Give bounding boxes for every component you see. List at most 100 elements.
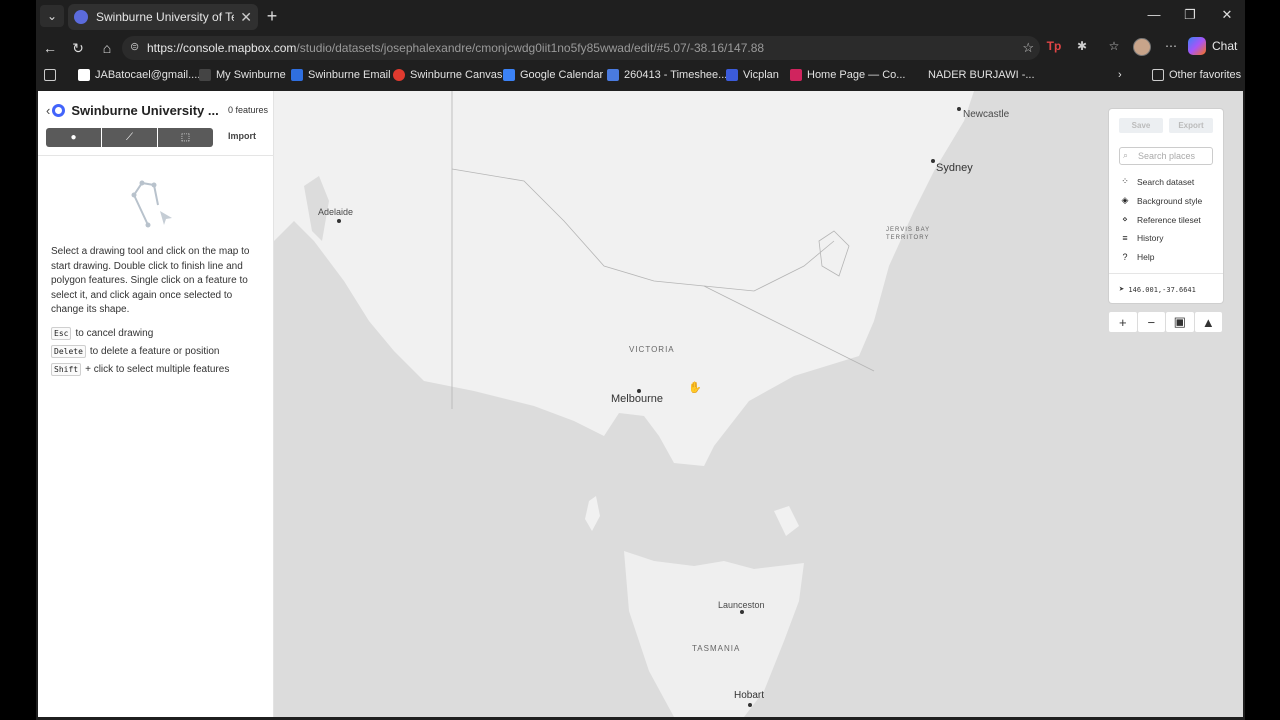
active-tab[interactable]: Swinburne University of Technology ✕ bbox=[68, 4, 258, 30]
zoom-in-button[interactable]: + bbox=[1109, 312, 1137, 332]
back-icon[interactable]: ← bbox=[40, 39, 60, 57]
extensions-icon[interactable]: ✱ bbox=[1072, 39, 1092, 53]
hand-cursor-icon: ✋ bbox=[688, 382, 702, 394]
city-hobart: Hobart bbox=[734, 690, 765, 701]
refresh-icon[interactable]: ↻ bbox=[68, 39, 88, 57]
region-territory: TERRITORY bbox=[886, 235, 930, 241]
bookmark-swinburne-canvas[interactable]: Swinburne Canvas bbox=[393, 69, 502, 81]
bookmark-my-swinburne[interactable]: My Swinburne bbox=[199, 69, 286, 81]
gmail-icon bbox=[78, 69, 90, 81]
search-dataset-icon: ⁘ bbox=[1121, 176, 1129, 186]
home-icon[interactable]: ⌂ bbox=[97, 39, 117, 57]
profile-avatar[interactable] bbox=[1133, 38, 1151, 56]
panel-item-label: Background style bbox=[1137, 195, 1203, 206]
more-options-icon[interactable]: ⋯ bbox=[1161, 39, 1181, 53]
polygon-icon: ⬚ bbox=[180, 132, 191, 143]
search-dataset-button[interactable]: ⁘ Search dataset bbox=[1119, 176, 1194, 187]
copilot-chat-button[interactable]: Chat bbox=[1188, 37, 1237, 55]
favorite-star-icon[interactable]: ☆ bbox=[1022, 40, 1034, 56]
new-tab-button[interactable]: + bbox=[262, 6, 282, 27]
url-text[interactable]: https://console.mapbox.com/studio/datase… bbox=[147, 41, 764, 55]
sidebar-toggle-icon[interactable] bbox=[44, 69, 61, 81]
shortcut-text: + click to select multiple features bbox=[85, 364, 230, 375]
draw-point-button[interactable]: ● bbox=[46, 128, 101, 147]
drawing-instructions: Select a drawing tool and click on the m… bbox=[51, 246, 250, 315]
tab-actions-menu[interactable]: ⌄ bbox=[40, 5, 64, 27]
restore-icon[interactable]: ❐ bbox=[1180, 7, 1200, 23]
draw-illustration-icon bbox=[131, 180, 172, 228]
map-base bbox=[274, 91, 1243, 717]
bookmark-label: NADER BURJAWI -... bbox=[928, 69, 1035, 81]
save-button[interactable]: Save bbox=[1119, 118, 1163, 133]
export-button[interactable]: Export bbox=[1169, 118, 1213, 133]
close-window-icon[interactable]: ✕ bbox=[1217, 7, 1237, 23]
bookmark-google-calendar[interactable]: Google Calendar bbox=[503, 69, 603, 81]
draw-polygon-button[interactable]: ⬚ bbox=[158, 128, 213, 147]
panel-item-label: Reference tileset bbox=[1137, 214, 1201, 225]
compass-icon[interactable]: ▲ bbox=[1194, 312, 1222, 332]
shortcut-text: to cancel drawing bbox=[75, 328, 154, 339]
city-launceston: Launceston bbox=[718, 600, 765, 610]
shortcut-shift: Shift + click to select multiple features bbox=[51, 363, 229, 376]
city-newcastle: Newcastle bbox=[963, 109, 1010, 120]
bookmark-home-page[interactable]: Home Page — Co... bbox=[790, 69, 905, 81]
marker-icon: ● bbox=[70, 132, 77, 143]
shortcut-text: to delete a feature or position bbox=[89, 346, 220, 357]
lock-icon[interactable]: ▣ bbox=[1166, 312, 1194, 332]
close-tab-icon[interactable]: ✕ bbox=[240, 9, 252, 26]
coords-value: 146.001,-37.6641 bbox=[1128, 286, 1196, 294]
bookmark-label: Home Page — Co... bbox=[807, 69, 906, 81]
site-info-icon[interactable]: ⊜ bbox=[130, 40, 139, 53]
divider bbox=[38, 155, 274, 156]
home-page-icon bbox=[790, 69, 802, 81]
url-host: https://console.mapbox.com bbox=[147, 41, 297, 55]
bookmark-timesheet[interactable]: 260413 - Timeshee... bbox=[607, 69, 727, 81]
feature-count: 0 features bbox=[227, 105, 268, 115]
panel-item-label: Search dataset bbox=[1137, 176, 1195, 187]
bookmark-label: Vicplan bbox=[743, 69, 779, 81]
favorites-icon[interactable]: ☆ bbox=[1104, 39, 1124, 53]
help-icon: ? bbox=[1122, 252, 1128, 262]
key-esc: Esc bbox=[51, 327, 72, 340]
region-victoria: VICTORIA bbox=[629, 345, 675, 354]
panel-item-label: Help bbox=[1137, 252, 1155, 262]
calendar-icon bbox=[503, 69, 515, 81]
city-marker bbox=[957, 107, 961, 111]
tileset-icon: ⋄ bbox=[1122, 214, 1128, 224]
city-melbourne: Melbourne bbox=[611, 393, 663, 405]
folder-icon bbox=[1152, 69, 1164, 81]
bookmark-nader[interactable]: NADER BURJAWI -... bbox=[928, 69, 1035, 81]
map-canvas[interactable]: Newcastle Sydney Adelaide VICTORIA Melbo… bbox=[274, 91, 1243, 717]
history-button[interactable]: ≡ History bbox=[1119, 233, 1163, 243]
cursor-icon: ➤ bbox=[1119, 285, 1125, 295]
search-places-input[interactable]: Search places bbox=[1119, 147, 1213, 165]
shortcut-delete: Delete to delete a feature or position bbox=[51, 345, 219, 358]
bookmark-label: My Swinburne bbox=[216, 69, 286, 81]
panel-item-label: History bbox=[1137, 233, 1164, 243]
bookmarks-overflow-icon[interactable]: › bbox=[1118, 69, 1122, 81]
region-jervis-bay: JERVIS BAY bbox=[886, 227, 931, 233]
reference-tileset-button[interactable]: ⋄ Reference tileset bbox=[1119, 214, 1201, 225]
zoom-out-button[interactable]: − bbox=[1137, 312, 1165, 332]
address-bar[interactable]: ⊜ https://console.mapbox.com/studio/data… bbox=[122, 36, 1040, 60]
bookmark-vicplan[interactable]: Vicplan bbox=[726, 69, 779, 81]
key-shift: Shift bbox=[51, 363, 82, 376]
city-marker bbox=[740, 610, 744, 614]
title-bar: ⌄ Swinburne University of Technology ✕ +… bbox=[36, 0, 1245, 34]
other-favorites[interactable]: Other favorites bbox=[1152, 69, 1241, 81]
dataset-title: Swinburne University ... bbox=[71, 102, 219, 118]
draw-line-button[interactable]: ⟋ bbox=[102, 128, 157, 147]
background-style-button[interactable]: ◈ Background style bbox=[1119, 195, 1203, 206]
city-adelaide: Adelaide bbox=[318, 207, 354, 217]
help-button[interactable]: ? Help bbox=[1119, 252, 1154, 262]
minimize-icon[interactable]: — bbox=[1144, 7, 1164, 22]
import-button[interactable]: Import bbox=[228, 131, 256, 141]
back-chevron-icon[interactable]: ‹ bbox=[46, 103, 50, 118]
bookmark-gmail[interactable]: JABatocael@gmail.... bbox=[78, 69, 200, 81]
bookmark-swinburne-email[interactable]: Swinburne Email bbox=[291, 69, 391, 81]
bookmark-label: Google Calendar bbox=[520, 69, 604, 81]
extension-tp-icon[interactable]: Tp bbox=[1044, 39, 1064, 53]
shortcut-esc: Esc to cancel drawing bbox=[51, 327, 153, 340]
url-path: /studio/datasets/josephalexandre/cmonjcw… bbox=[296, 41, 765, 55]
chat-label: Chat bbox=[1212, 39, 1238, 53]
